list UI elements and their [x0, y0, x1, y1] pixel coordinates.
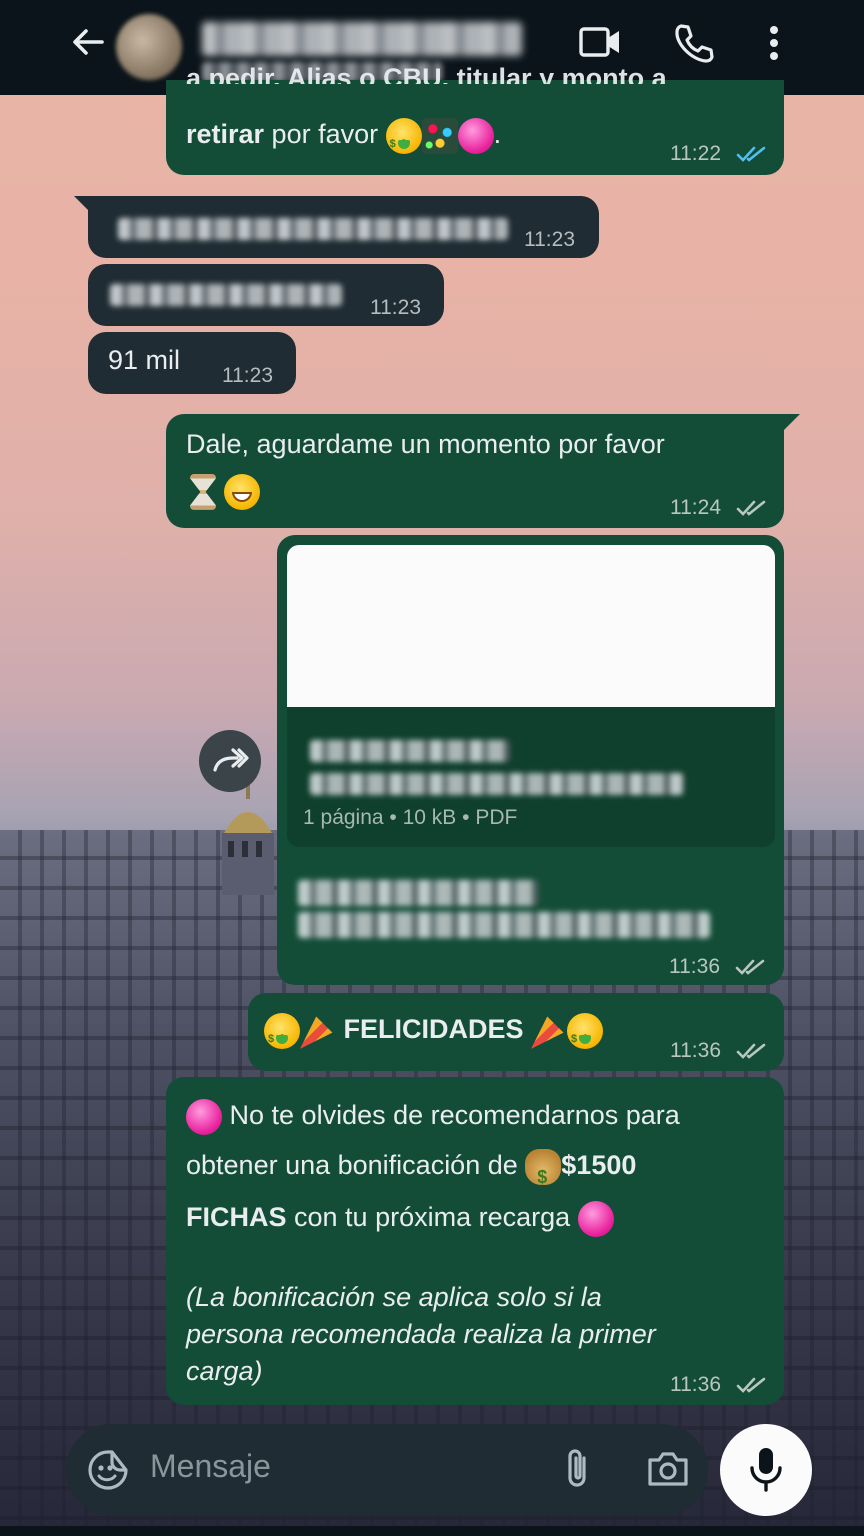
- message-text-partial: a pedir. Alias o CBU, titular y monto a: [186, 63, 667, 84]
- money-bag-emoji-icon: [525, 1148, 562, 1197]
- message-incoming[interactable]: 11:23: [88, 264, 444, 326]
- blurred-text: [110, 284, 342, 306]
- message-emojis: [190, 470, 260, 510]
- note-line: persona recomendada realiza la primer: [186, 1319, 656, 1349]
- note-line: carga): [186, 1356, 263, 1386]
- money-mouth-emoji-icon: [385, 117, 422, 164]
- confetti-emoji-icon: [421, 117, 458, 154]
- phone-icon[interactable]: [672, 22, 714, 64]
- camera-icon[interactable]: [646, 1448, 690, 1488]
- text-line: No te olvides de recomendarnos para: [229, 1100, 680, 1130]
- message-text-line: No te olvides de recomendarnos para: [186, 1095, 680, 1135]
- system-nav-strip: [0, 1526, 864, 1536]
- message-text: Dale, aguardame un momento por favor: [186, 429, 665, 459]
- read-ticks-icon: [736, 146, 766, 162]
- pdf-meta: 1 página • 10 kB • PDF: [303, 806, 518, 829]
- party-popper-emoji-icon: [300, 1016, 333, 1049]
- message-text: retirar por favor .: [186, 114, 501, 164]
- grinning-face-emoji-icon: [223, 473, 260, 510]
- blurred-caption: [298, 912, 710, 938]
- blurred-caption: [298, 880, 538, 906]
- back-arrow-icon[interactable]: [68, 22, 108, 62]
- message-time: 11:36: [669, 955, 720, 978]
- blurred-filename: [310, 740, 510, 762]
- forward-icon: [213, 748, 249, 772]
- message-text-line: FELICIDADES: [264, 1009, 604, 1059]
- mic-icon: [750, 1448, 782, 1492]
- message-text-line: obtener una bonificación de $1500: [186, 1145, 637, 1197]
- hourglass-emoji-icon: [190, 473, 216, 510]
- sticker-icon[interactable]: [86, 1448, 130, 1492]
- message-note: (La bonificación se aplica solo si la pe…: [186, 1279, 656, 1390]
- note-line: (La bonificación se aplica solo si la: [186, 1282, 602, 1312]
- message-time: 11:23: [524, 228, 575, 251]
- party-popper-emoji-icon: [531, 1016, 564, 1049]
- message-incoming[interactable]: 11:23: [88, 196, 599, 258]
- message-incoming[interactable]: 91 mil 11:23: [88, 332, 296, 394]
- text-line: con tu próxima recarga: [294, 1202, 571, 1232]
- message-time: 11:36: [670, 1373, 721, 1396]
- message-text-rest: por favor: [264, 119, 379, 149]
- message-outgoing[interactable]: FELICIDADES 11:36: [248, 993, 784, 1071]
- message-outgoing[interactable]: Dale, aguardame un momento por favor 11:…: [166, 414, 784, 528]
- blurred-filename: [310, 773, 684, 795]
- message-text: 91 mil: [108, 345, 181, 375]
- bubble-tail: [74, 196, 92, 214]
- message-time: 11:36: [670, 1039, 721, 1062]
- video-call-icon[interactable]: [578, 24, 622, 60]
- blurred-text: [118, 218, 508, 240]
- wallpaper-dome: [222, 785, 274, 895]
- fichas-text: FICHAS: [186, 1202, 287, 1232]
- paperclip-icon[interactable]: [560, 1446, 594, 1492]
- pdf-preview-thumbnail[interactable]: [287, 545, 775, 707]
- pink-circle-emoji-icon: [457, 117, 494, 154]
- money-mouth-emoji-icon: [264, 1012, 300, 1059]
- pink-circle-emoji-icon: [577, 1200, 614, 1237]
- pink-circle-emoji-icon: [186, 1098, 222, 1135]
- message-time: 11:22: [670, 142, 721, 165]
- bubble-tail: [782, 414, 800, 432]
- message-outgoing[interactable]: No te olvides de recomendarnos para obte…: [166, 1077, 784, 1405]
- message-time: 11:24: [670, 496, 721, 519]
- message-outgoing[interactable]: a pedir. Alias o CBU, titular y monto a …: [166, 63, 784, 175]
- forward-button[interactable]: [199, 730, 261, 792]
- message-time: 11:23: [222, 364, 273, 387]
- delivered-ticks-icon: [735, 959, 765, 975]
- delivered-ticks-icon: [736, 1377, 766, 1393]
- more-vert-icon[interactable]: [764, 22, 784, 64]
- amount-text: $1500: [561, 1150, 637, 1180]
- delivered-ticks-icon: [736, 1043, 766, 1059]
- message-input[interactable]: Mensaje: [150, 1448, 271, 1485]
- contact-name-blurred[interactable]: [202, 22, 522, 56]
- felicidades-text: FELICIDADES: [343, 1014, 524, 1044]
- avatar[interactable]: [116, 14, 182, 80]
- message-time: 11:23: [370, 296, 421, 319]
- delivered-ticks-icon: [736, 500, 766, 516]
- money-mouth-emoji-icon: [567, 1012, 604, 1059]
- text-line: obtener una bonificación de: [186, 1150, 518, 1180]
- message-text-line: FICHAS con tu próxima recarga: [186, 1197, 614, 1237]
- bold-word: retirar: [186, 119, 265, 149]
